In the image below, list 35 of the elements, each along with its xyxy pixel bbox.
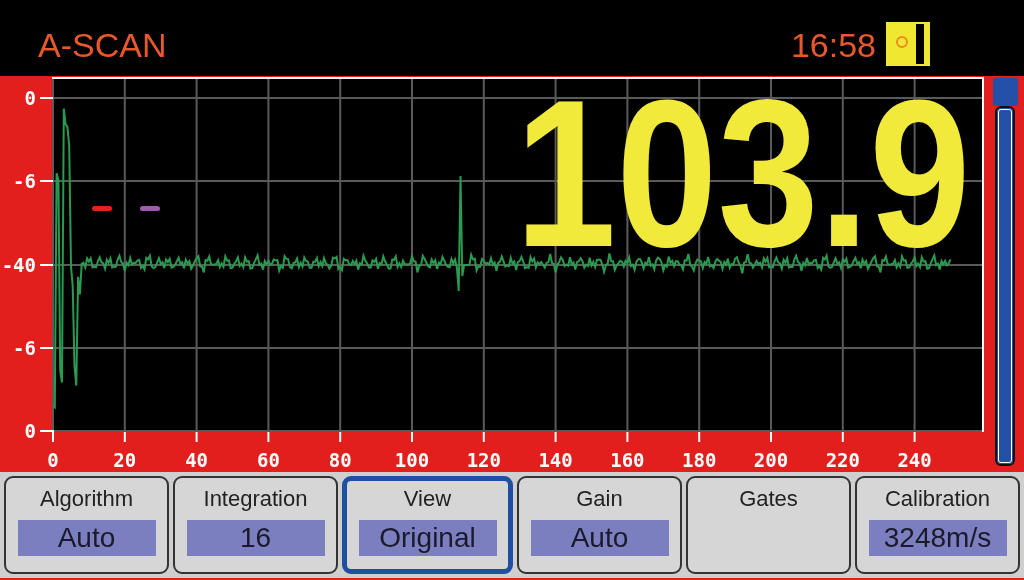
menu-button[interactable]: View Original	[342, 476, 513, 574]
setting-value: 3248m/s	[868, 520, 1007, 556]
x-axis-label: 140	[538, 449, 573, 470]
x-axis-label: 200	[753, 449, 789, 470]
slider-thumb[interactable]	[993, 78, 1018, 106]
x-axis-label: 100	[394, 449, 430, 470]
y-axis-label: -40	[1, 254, 36, 276]
y-axis-label: 0	[24, 87, 36, 109]
y-axis-label: 0	[24, 420, 36, 442]
screen-title: A-SCAN	[38, 24, 168, 65]
gate-marker[interactable]	[140, 206, 160, 211]
x-axis-label: 160	[610, 449, 645, 470]
x-axis-label: 220	[825, 449, 860, 470]
menu-button[interactable]: Gain Auto	[517, 476, 682, 574]
x-axis-label: 180	[682, 449, 717, 470]
x-axis-label: 240	[897, 449, 932, 470]
gate-marker[interactable]	[92, 206, 112, 211]
thickness-reading: 103.9	[515, 92, 971, 256]
y-axis-label: -6	[13, 337, 36, 359]
menu-button[interactable]: Calibration 3248m/s	[855, 476, 1020, 574]
y-axis-label: -6	[13, 170, 36, 192]
x-axis-label: 60	[256, 449, 280, 470]
x-axis-label: 20	[113, 449, 137, 470]
x-axis-label: 80	[328, 449, 352, 470]
setting-value: Auto	[17, 520, 156, 556]
setting-value: 16	[186, 520, 325, 556]
clock-time: 16:58	[790, 24, 876, 65]
x-axis-label: 0	[47, 449, 59, 470]
menu-button[interactable]: Gates	[686, 476, 851, 574]
menu-button[interactable]: Integration 16	[173, 476, 338, 574]
x-axis-label: 120	[466, 449, 501, 470]
setting-value: Original	[358, 520, 497, 556]
x-axis-label: 40	[185, 449, 209, 470]
setting-value: Auto	[530, 520, 669, 556]
menu-button[interactable]: Algorithm Auto	[4, 476, 169, 574]
